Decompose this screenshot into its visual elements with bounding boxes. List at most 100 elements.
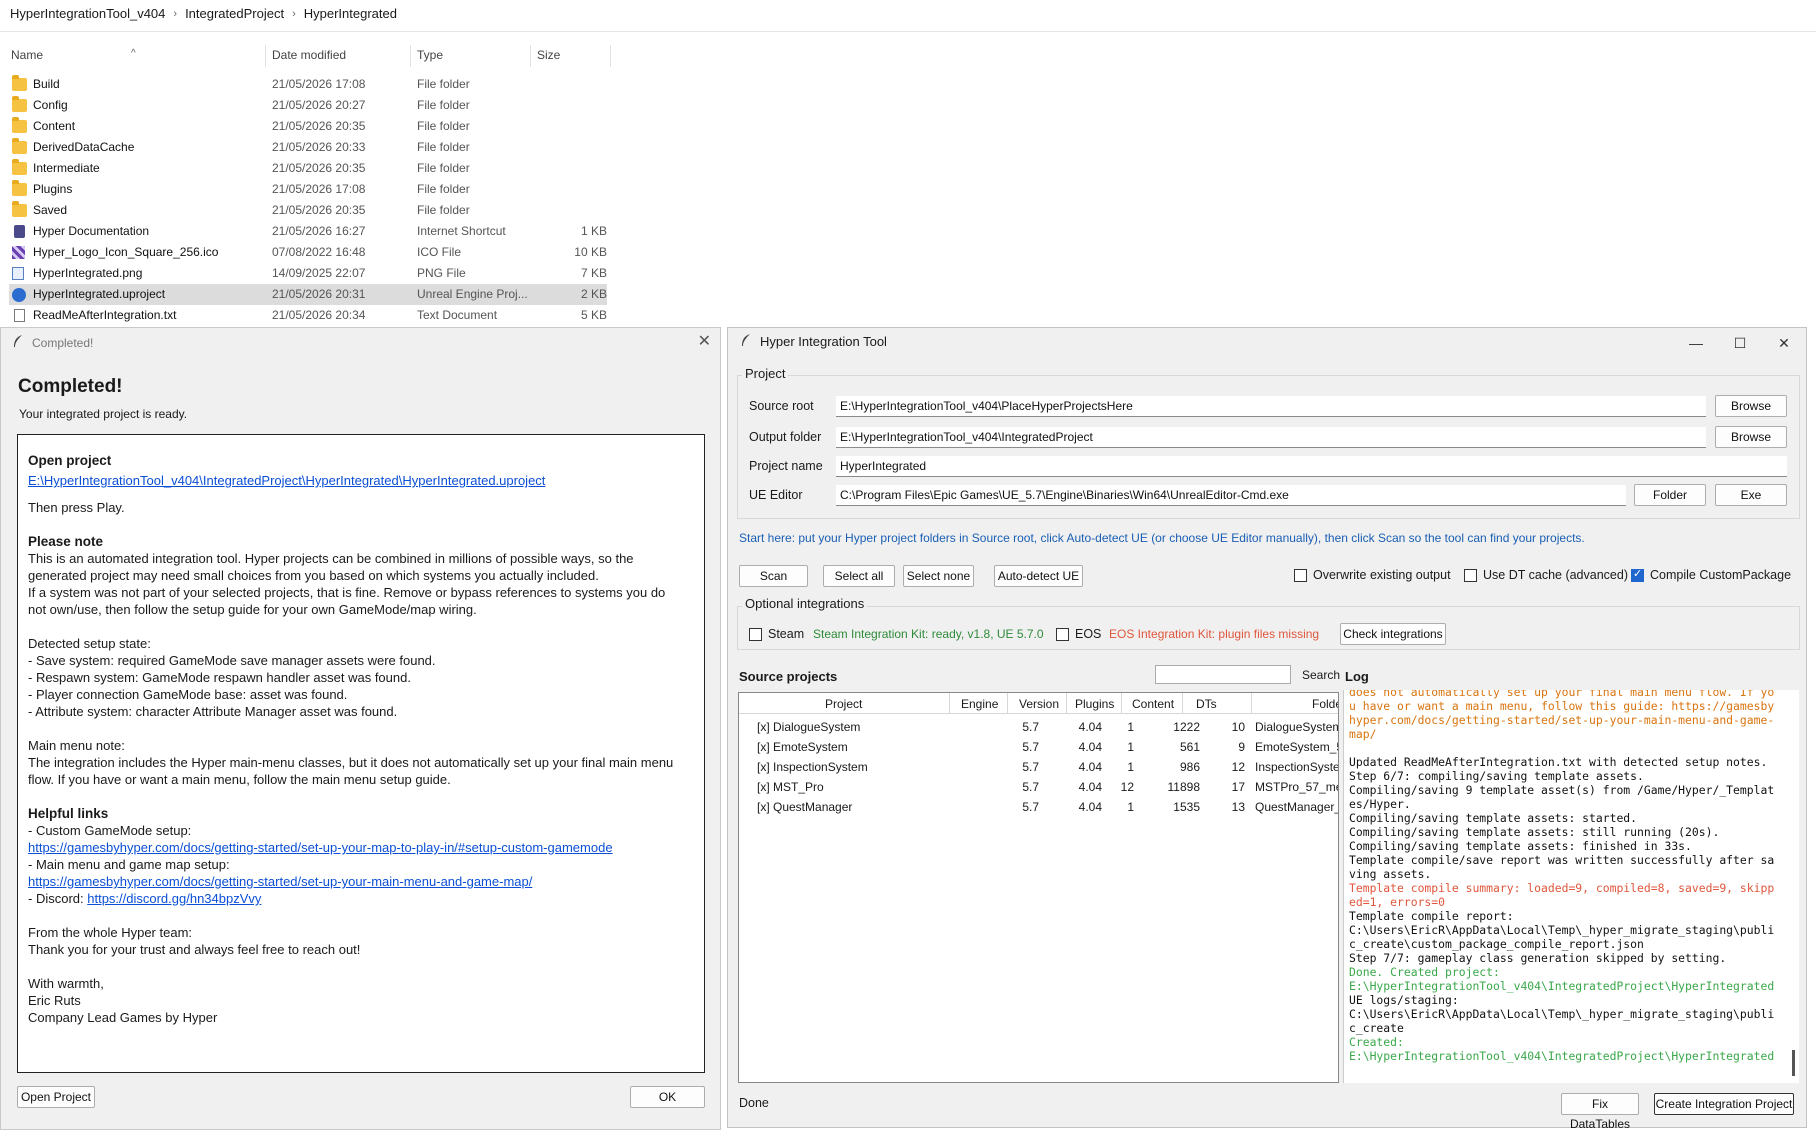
table-cell: QuestManager_ bbox=[1255, 800, 1339, 814]
ico-file-icon bbox=[12, 246, 25, 259]
fix-datatables-button[interactable]: Fix DataTables bbox=[1561, 1093, 1639, 1131]
log-line: Created: bbox=[1349, 1035, 1404, 1049]
close-icon[interactable]: ✕ bbox=[1762, 328, 1806, 358]
project-link[interactable]: E:\HyperIntegrationTool_v404\IntegratedP… bbox=[28, 473, 545, 488]
minimize-icon[interactable]: — bbox=[1674, 328, 1718, 358]
file-row[interactable]: Hyper Documentation 21/05/2026 16:27 Inter… bbox=[9, 221, 607, 242]
table-cell: 1 bbox=[1127, 800, 1134, 814]
file-date: 21/05/2026 20:35 bbox=[272, 203, 366, 217]
file-row[interactable]: Plugins 21/05/2026 17:08 File folder bbox=[9, 179, 607, 200]
file-row[interactable]: Hyper_Logo_Icon_Square_256.ico 07/08/2022… bbox=[9, 242, 607, 263]
folder-button[interactable]: Folder bbox=[1634, 484, 1706, 506]
gamemode-link[interactable]: https://gamesbyhyper.com/docs/getting-st… bbox=[28, 840, 613, 855]
file-type: File folder bbox=[417, 161, 470, 175]
table-row[interactable]: [x] InspectionSystem 5.7 4.04 1 986 12 Inspect… bbox=[739, 757, 1338, 777]
log-text: does not automatically set up your final… bbox=[1349, 690, 1779, 1063]
table-cell: 1535 bbox=[1173, 800, 1200, 814]
table-cell: 12 bbox=[1120, 780, 1134, 794]
column-date[interactable]: Date modified bbox=[272, 48, 346, 62]
table-row[interactable]: [x] QuestManager 5.7 4.04 1 1535 13 QuestManag… bbox=[739, 797, 1338, 817]
search-input[interactable] bbox=[1155, 665, 1291, 684]
breadcrumb-item[interactable]: HyperIntegrated bbox=[304, 6, 397, 21]
steam-checkbox[interactable]: Steam bbox=[749, 627, 804, 641]
table-cell: 5.7 bbox=[1022, 780, 1039, 794]
log-line: E:\HyperIntegrationTool_v404\IntegratedP… bbox=[1349, 1049, 1775, 1063]
exe-button[interactable]: Exe bbox=[1715, 484, 1787, 506]
file-type: File folder bbox=[417, 77, 470, 91]
table-cell: [x] QuestManager bbox=[757, 800, 853, 814]
ue-editor-input[interactable] bbox=[836, 485, 1626, 506]
overwrite-label: Overwrite existing output bbox=[1313, 568, 1451, 582]
dt-cache-checkbox[interactable]: Use DT cache (advanced) bbox=[1464, 568, 1628, 582]
file-name: HyperIntegrated.png bbox=[33, 266, 143, 280]
column-type[interactable]: Type bbox=[417, 48, 443, 62]
select-none-button[interactable]: Select none bbox=[903, 565, 974, 587]
column-dts[interactable]: DTs bbox=[1196, 697, 1217, 711]
file-date: 14/09/2025 22:07 bbox=[272, 266, 366, 280]
file-row[interactable]: Content 21/05/2026 20:35 File folder bbox=[9, 116, 607, 137]
table-row[interactable]: [x] DialogueSystem 5.7 4.04 1 1222 10 Dialogue… bbox=[739, 717, 1338, 737]
breadcrumb: HyperIntegrationTool_v404 › IntegratedPr… bbox=[10, 6, 397, 21]
optional-integrations-label: Optional integrations bbox=[742, 596, 868, 611]
log-line: Step 6/7: compiling/saving template asse… bbox=[1349, 769, 1644, 783]
compile-custom-checkbox[interactable]: Compile CustomPackage bbox=[1631, 567, 1791, 582]
completed-dialog: Completed! ✕ Completed! Your integrated … bbox=[0, 327, 721, 1130]
scan-button[interactable]: Scan bbox=[739, 565, 808, 587]
eos-checkbox[interactable]: EOS bbox=[1056, 627, 1101, 641]
file-date: 21/05/2026 20:34 bbox=[272, 308, 366, 322]
file-date: 21/05/2026 16:27 bbox=[272, 224, 366, 238]
log-panel[interactable]: does not automatically set up your final… bbox=[1343, 690, 1799, 1083]
open-project-button[interactable]: Open Project bbox=[17, 1086, 95, 1108]
close-icon[interactable]: ✕ bbox=[698, 331, 711, 351]
table-cell: [x] EmoteSystem bbox=[757, 740, 848, 754]
column-engine[interactable]: Engine bbox=[961, 697, 998, 711]
log-line: Done. Created project: bbox=[1349, 965, 1500, 979]
text-file-icon bbox=[14, 309, 25, 322]
breadcrumb-item[interactable]: HyperIntegrationTool_v404 bbox=[10, 6, 165, 21]
browse-source-button[interactable]: Browse bbox=[1715, 395, 1787, 417]
log-line: C:\Users\EricR\AppData\Local\Temp\_hyper… bbox=[1349, 923, 1775, 951]
table-cell: [x] DialogueSystem bbox=[757, 720, 861, 734]
discord-link[interactable]: https://discord.gg/hn34bpzVvy bbox=[87, 891, 261, 906]
file-row[interactable]: ReadMeAfterIntegration.txt 21/05/2026 20:… bbox=[9, 305, 607, 326]
select-all-button[interactable]: Select all bbox=[823, 565, 895, 587]
ok-button[interactable]: OK bbox=[630, 1086, 705, 1108]
links-heading: Helpful links bbox=[28, 806, 109, 821]
auto-detect-button[interactable]: Auto-detect UE bbox=[994, 565, 1083, 587]
file-row[interactable]: Config 21/05/2026 20:27 File folder bbox=[9, 95, 607, 116]
breadcrumb-item[interactable]: IntegratedProject bbox=[185, 6, 284, 21]
browse-output-button[interactable]: Browse bbox=[1715, 426, 1787, 448]
check-integrations-button[interactable]: Check integrations bbox=[1340, 623, 1446, 645]
create-integration-button[interactable]: Create Integration Project bbox=[1654, 1093, 1794, 1115]
log-line: E:\HyperIntegrationTool_v404\IntegratedP… bbox=[1349, 979, 1775, 993]
source-root-input[interactable] bbox=[836, 396, 1706, 417]
column-version[interactable]: Version bbox=[1019, 697, 1059, 711]
file-row[interactable]: DerivedDataCache 21/05/2026 20:33 File fol… bbox=[9, 137, 607, 158]
table-row[interactable]: [x] MST_Pro 5.7 4.04 12 11898 17 MSTPro_57_mec bbox=[739, 777, 1338, 797]
column-name[interactable]: Name bbox=[11, 48, 43, 62]
file-row[interactable]: Intermediate 21/05/2026 20:35 File folder bbox=[9, 158, 607, 179]
signature-line: Eric Ruts bbox=[28, 993, 81, 1008]
table-cell: [x] InspectionSystem bbox=[757, 760, 868, 774]
project-name-input[interactable] bbox=[836, 456, 1787, 477]
file-row[interactable]: HyperIntegrated.png 14/09/2025 22:07 PNG F… bbox=[9, 263, 607, 284]
file-row[interactable]: HyperIntegrated.uproject 21/05/2026 20:31… bbox=[9, 284, 607, 305]
file-type: File folder bbox=[417, 203, 470, 217]
file-row[interactable]: Build 21/05/2026 17:08 File folder bbox=[9, 74, 607, 95]
table-row[interactable]: [x] EmoteSystem 5.7 4.04 1 561 9 EmoteSystem_5 bbox=[739, 737, 1338, 757]
column-size[interactable]: Size bbox=[537, 48, 560, 62]
file-date: 21/05/2026 20:31 bbox=[272, 287, 366, 301]
column-content[interactable]: Content bbox=[1132, 697, 1174, 711]
overwrite-checkbox[interactable]: Overwrite existing output bbox=[1294, 568, 1451, 582]
table-cell: 17 bbox=[1231, 780, 1245, 794]
main-menu-link[interactable]: https://gamesbyhyper.com/docs/getting-st… bbox=[28, 874, 532, 889]
output-folder-input[interactable] bbox=[836, 427, 1706, 448]
file-name: Config bbox=[33, 98, 68, 112]
file-type: Unreal Engine Proj... bbox=[417, 287, 528, 301]
column-plugins[interactable]: Plugins bbox=[1075, 697, 1114, 711]
column-project[interactable]: Project bbox=[825, 697, 862, 711]
maximize-icon[interactable]: ☐ bbox=[1718, 328, 1762, 358]
file-row[interactable]: Saved 21/05/2026 20:35 File folder bbox=[9, 200, 607, 221]
log-scrollbar[interactable] bbox=[1792, 1050, 1795, 1076]
column-folder[interactable]: Folde bbox=[1312, 697, 1338, 711]
